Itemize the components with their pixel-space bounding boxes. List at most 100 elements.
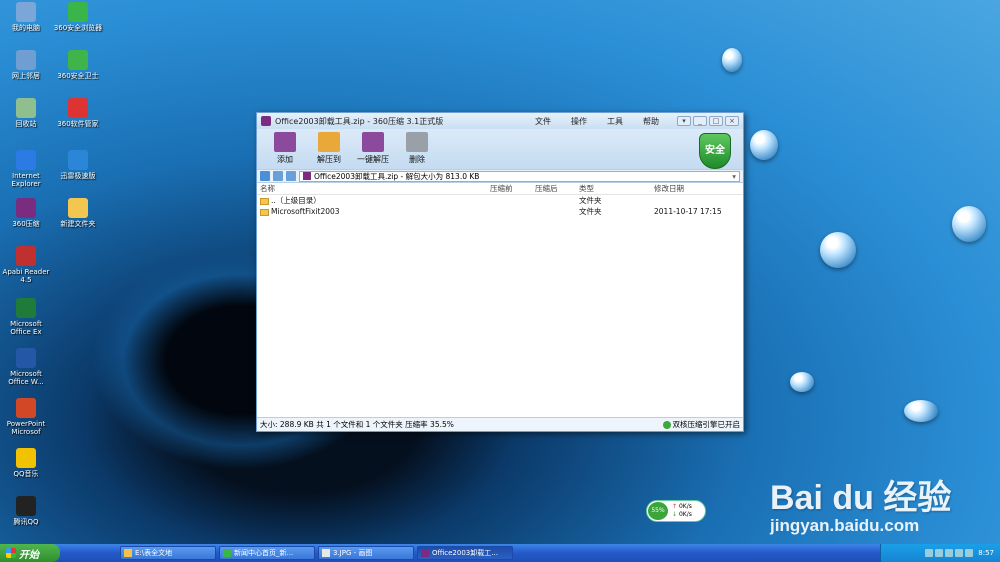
path-field[interactable]: Office2003卸载工具.zip - 解包大小为 813.0 KB ▾ — [299, 170, 740, 182]
paint-icon — [322, 549, 330, 557]
tray-icon[interactable] — [935, 549, 944, 557]
address-bar: Office2003卸载工具.zip - 解包大小为 813.0 KB ▾ — [257, 169, 743, 183]
speed-percent: 55% — [648, 502, 668, 520]
desktop-app-icon — [16, 150, 36, 170]
zip-file-icon — [303, 172, 311, 180]
task-paint[interactable]: 3.JPG - 画图 — [318, 546, 414, 560]
desktop-icon-label: QQ音乐 — [13, 470, 39, 478]
desktop-app-icon — [68, 2, 88, 22]
system-tray: 8:57 — [880, 544, 1000, 562]
status-bar: 大小: 288.9 KB 共 1 个文件和 1 个文件夹 压缩率 35.5% 双… — [257, 417, 743, 431]
desktop-icon[interactable]: 360压缩 — [0, 198, 52, 228]
task-label: 新闻中心首页_新... — [234, 549, 294, 557]
chevron-down-icon[interactable]: ▾ — [732, 172, 736, 181]
add-button[interactable]: 添加 — [263, 132, 307, 165]
network-speed-widget[interactable]: 55% ↑ 0K/s ↓ 0K/s — [646, 500, 706, 522]
desktop-app-icon — [16, 298, 36, 318]
desktop-icon-label: 新建文件夹 — [60, 220, 96, 228]
minimize-button[interactable]: _ — [693, 116, 707, 126]
maximize-button[interactable]: □ — [709, 116, 723, 126]
menu-tools[interactable]: 工具 — [607, 116, 623, 127]
status-text: 大小: 288.9 KB 共 1 个文件和 1 个文件夹 压缩率 35.5% — [260, 420, 454, 429]
engine-status-text: 双核压缩引擎已开启 — [672, 420, 741, 429]
desktop-icon[interactable]: 回收站 — [0, 98, 52, 128]
desktop-icon[interactable]: 360安全卫士 — [52, 50, 104, 80]
desktop-icon[interactable]: QQ音乐 — [0, 448, 52, 478]
menu-operation[interactable]: 操作 — [571, 116, 587, 127]
desktop-icon[interactable]: 360安全浏览器 — [52, 2, 104, 32]
desktop-icon-label: 我的电脑 — [12, 24, 40, 32]
column-type[interactable]: 类型 — [579, 183, 654, 194]
desktop-app-icon — [68, 50, 88, 70]
speed-rates: ↑ 0K/s ↓ 0K/s — [672, 503, 692, 519]
clock[interactable]: 8:57 — [978, 549, 994, 557]
desktop-icon-label: 网上邻居 — [12, 72, 40, 80]
tray-icon[interactable] — [955, 549, 964, 557]
desktop-icon[interactable]: Microsoft Office Ex — [0, 298, 52, 336]
tray-icon[interactable] — [925, 549, 934, 557]
file-type: 文件夹 — [579, 207, 602, 216]
column-name[interactable]: 名称 — [257, 183, 490, 194]
one-click-extract-button[interactable]: 一键解压 — [351, 132, 395, 165]
column-date[interactable]: 修改日期 — [654, 183, 734, 194]
file-type: 文件夹 — [579, 196, 602, 205]
desktop-icon[interactable]: Microsoft Office W... — [0, 348, 52, 386]
view-icon[interactable] — [273, 171, 283, 181]
column-after[interactable]: 压缩后 — [535, 183, 579, 194]
column-before[interactable]: 压缩前 — [490, 183, 535, 194]
desktop-icon[interactable]: 新建文件夹 — [52, 198, 104, 228]
security-shield-icon[interactable]: 安全 — [699, 133, 731, 169]
desktop-icon-label: Microsoft Office Ex — [10, 320, 42, 336]
task-list: E:\表全文地 新闻中心首页_新... 3.JPG - 画图 Office200… — [120, 546, 513, 560]
tray-icon[interactable] — [945, 549, 954, 557]
baidu-watermark-url: jingyan.baidu.com — [770, 516, 920, 535]
up-arrow-icon[interactable] — [260, 171, 270, 181]
skin-button[interactable]: ▾ — [677, 116, 691, 126]
file-name: ..（上级目录） — [271, 196, 321, 205]
desktop-app-icon — [16, 496, 36, 516]
desktop-icon[interactable]: 我的电脑 — [0, 2, 52, 32]
desktop-icon[interactable]: 网上邻居 — [0, 50, 52, 80]
close-button[interactable]: × — [725, 116, 739, 126]
start-button[interactable]: 开始 — [0, 544, 60, 562]
trash-icon — [406, 132, 428, 152]
water-drop — [750, 130, 778, 160]
water-drop — [820, 232, 856, 268]
desktop-icon[interactable]: Internet Explorer — [0, 150, 52, 188]
water-drop — [790, 372, 814, 392]
extract-to-button[interactable]: 解压到 — [307, 132, 351, 165]
upload-rate: 0K/s — [678, 503, 692, 510]
desktop-icon[interactable]: PowerPoint Microsof — [0, 398, 52, 436]
task-explorer[interactable]: E:\表全文地 — [120, 546, 216, 560]
task-label: Office2003卸载工... — [432, 549, 498, 557]
delete-button[interactable]: 删除 — [395, 132, 439, 165]
path-text: Office2003卸载工具.zip - 解包大小为 813.0 KB — [314, 171, 480, 181]
engine-status[interactable]: 双核压缩引擎已开启 — [662, 419, 741, 430]
desktop-icon[interactable]: 360软件管家 — [52, 98, 104, 128]
desktop-app-icon — [16, 246, 36, 266]
file-row-fixit[interactable]: MicrosoftFixit2003 文件夹 2011-10-17 17:15 — [257, 206, 743, 217]
task-archive[interactable]: Office2003卸载工... — [417, 546, 513, 560]
title-bar[interactable]: Office2003卸载工具.zip - 360压缩 3.1正式版 文件 操作 … — [257, 113, 743, 129]
list-view-icon[interactable] — [286, 171, 296, 181]
extract-to-label: 解压到 — [317, 155, 341, 164]
desktop-app-icon — [16, 198, 36, 218]
file-row-parent[interactable]: ..（上级目录） 文件夹 — [257, 195, 743, 206]
desktop-icon-label: Internet Explorer — [11, 172, 41, 188]
start-label: 开始 — [19, 549, 39, 561]
water-drop — [904, 400, 938, 422]
task-browser[interactable]: 新闻中心首页_新... — [219, 546, 315, 560]
taskbar: 开始 E:\表全文地 新闻中心首页_新... 3.JPG - 画图 Office… — [0, 544, 1000, 562]
desktop-icon[interactable]: 迅雷极速版 — [52, 150, 104, 180]
extract-to-icon — [318, 132, 340, 152]
desktop-icon[interactable]: Apabi Reader 4.5 — [0, 246, 52, 284]
baidu-watermark-logo: Bai du 经验 — [770, 479, 952, 517]
desktop-icon-label: 360压缩 — [12, 220, 40, 228]
water-drop — [722, 48, 742, 72]
file-date: 2011-10-17 17:15 — [654, 207, 722, 216]
menu-help[interactable]: 帮助 — [643, 116, 659, 127]
desktop-icon[interactable]: 腾讯QQ — [0, 496, 52, 526]
tray-icon[interactable] — [965, 549, 974, 557]
one-click-extract-icon — [362, 132, 384, 152]
menu-file[interactable]: 文件 — [535, 116, 551, 127]
